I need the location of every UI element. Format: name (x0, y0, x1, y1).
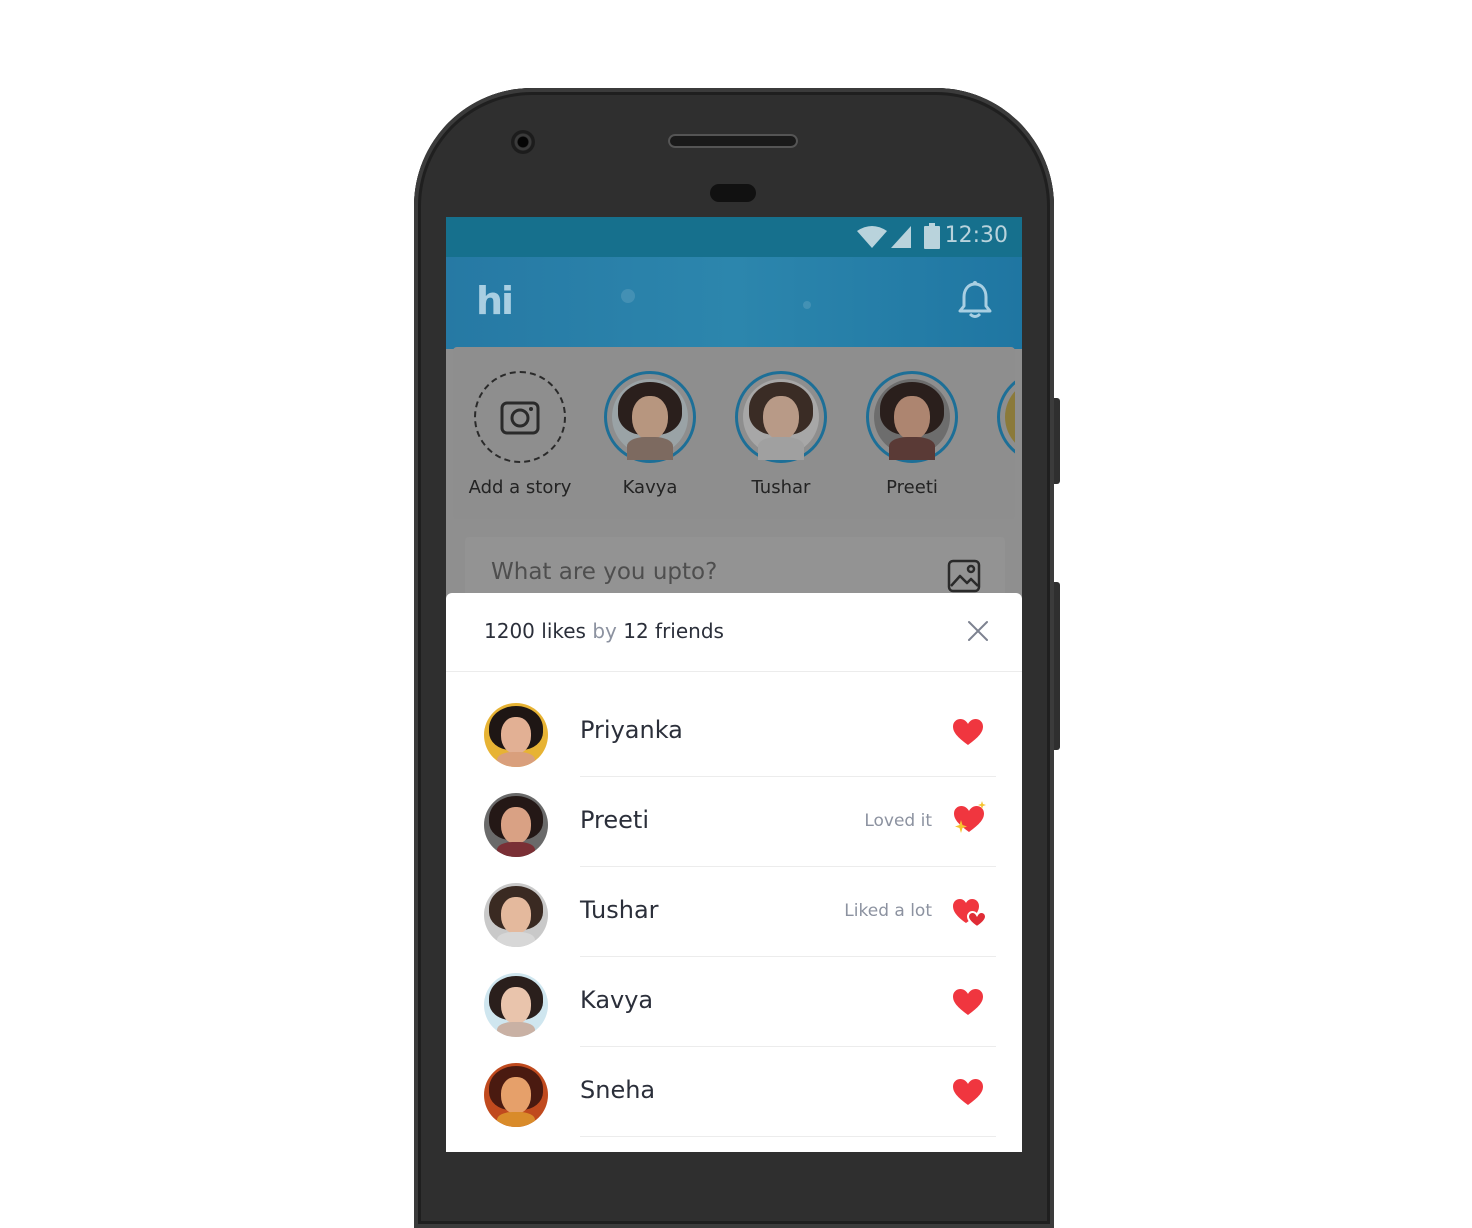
story-ring (735, 371, 827, 463)
composer-placeholder[interactable]: What are you upto? (491, 559, 717, 585)
cell-signal-icon (891, 226, 911, 248)
add-story-ring (474, 371, 566, 463)
proximity-sensor (710, 184, 756, 202)
heart-icon[interactable] (952, 988, 984, 1016)
hi-logo[interactable]: hi (476, 279, 514, 323)
image-icon[interactable] (947, 559, 981, 593)
likes-summary: 1200 likes by 12 friends (484, 619, 724, 643)
heart-icon[interactable] (952, 718, 984, 746)
list-item[interactable]: Priyanka (446, 687, 1022, 777)
add-story-label: Add a story (468, 477, 572, 498)
friends-count: 12 friends (623, 619, 724, 643)
camera-icon (500, 401, 540, 435)
likes-by: by (592, 619, 617, 643)
stories-strip: Add a story Kavya Tushar Preeti (453, 347, 1015, 519)
status-bar: 12:30 (446, 217, 1022, 257)
story-ring (997, 371, 1015, 463)
sparkle-heart-icon[interactable] (952, 800, 988, 836)
friend-name[interactable]: Priyanka (580, 716, 683, 744)
list-item[interactable]: Preeti Loved it (446, 777, 1022, 867)
reaction-text: Loved it (864, 811, 932, 831)
story-label: Kavya (622, 477, 678, 498)
likes-sheet-header: 1200 likes by 12 friends (446, 593, 1022, 672)
friend-name[interactable]: Preeti (580, 806, 649, 834)
list-item[interactable]: Kavya (446, 957, 1022, 1047)
story-label: Preeti (886, 477, 938, 498)
add-story[interactable]: Add a story (460, 371, 580, 498)
reaction-text: Liked a lot (844, 901, 932, 921)
avatar[interactable] (484, 793, 548, 857)
avatar[interactable] (484, 703, 548, 767)
status-time: 12:30 (944, 223, 1008, 248)
story-ring (604, 371, 696, 463)
avatar[interactable] (484, 1063, 548, 1127)
list-item[interactable] (446, 1137, 1022, 1152)
list-item[interactable]: Tushar Liked a lot (446, 867, 1022, 957)
decor-dot (621, 289, 635, 303)
story-partial[interactable] (983, 371, 1015, 463)
story-tushar[interactable]: Tushar (721, 371, 841, 498)
avatar (612, 379, 688, 460)
app-bar: hi (446, 257, 1022, 349)
avatar (874, 379, 950, 460)
likes-count: 1200 likes (484, 619, 586, 643)
story-label: Tushar (751, 477, 811, 498)
battery-icon (924, 223, 940, 249)
avatar[interactable] (484, 973, 548, 1037)
list-item[interactable]: Sneha (446, 1047, 1022, 1137)
friend-name[interactable]: Sneha (580, 1076, 655, 1104)
friend-name[interactable]: Tushar (580, 896, 659, 924)
front-camera (511, 130, 535, 154)
decor-dot (803, 301, 811, 309)
wifi-icon (857, 226, 887, 248)
bell-icon[interactable] (958, 281, 992, 319)
story-ring (866, 371, 958, 463)
avatar (1005, 379, 1015, 455)
friend-name[interactable]: Kavya (580, 986, 653, 1014)
avatar (743, 379, 819, 460)
double-heart-icon[interactable] (952, 896, 988, 928)
close-icon[interactable] (966, 619, 990, 643)
avatar[interactable] (484, 883, 548, 947)
story-kavya[interactable]: Kavya (590, 371, 710, 498)
earpiece-speaker (668, 134, 798, 148)
likes-sheet: 1200 likes by 12 friends Priyanka Preeti… (446, 593, 1022, 1152)
heart-icon[interactable] (952, 1078, 984, 1106)
story-preeti[interactable]: Preeti (852, 371, 972, 498)
phone-screen: 12:30 hi Add a story Kavya Tushar Preeti… (446, 217, 1022, 1152)
